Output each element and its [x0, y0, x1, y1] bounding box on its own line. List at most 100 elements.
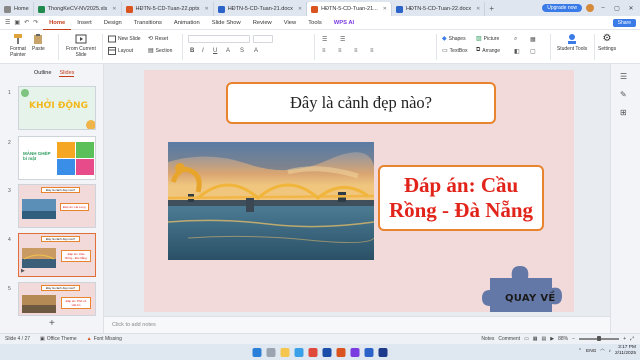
undo-icon[interactable]: ↶	[24, 19, 29, 26]
slideshow-icon[interactable]: ▶	[550, 336, 554, 342]
viber-icon[interactable]	[350, 347, 360, 357]
menu-icon[interactable]: ☰	[5, 19, 10, 26]
paste-button[interactable]: Paste	[32, 33, 45, 52]
shapes-button[interactable]: ◆ Shapes	[442, 35, 466, 43]
edge-icon[interactable]	[294, 347, 304, 357]
normal-view-icon[interactable]: ▭	[524, 336, 529, 342]
zalo-icon[interactable]	[364, 347, 374, 357]
zoom-level[interactable]: 88%	[558, 336, 568, 342]
reset-button[interactable]: ⟲ Reset	[148, 35, 168, 43]
close-tab-icon[interactable]: ✕	[298, 6, 302, 12]
document-tab[interactable]: HĐTN-5-CD-Tuan-21... ✕	[307, 2, 392, 16]
menu-transitions[interactable]: Transitions	[128, 16, 168, 30]
new-tab-icon[interactable]: +	[489, 4, 494, 13]
minimize-icon[interactable]: –	[598, 5, 608, 11]
wps-icon[interactable]	[336, 347, 346, 357]
settings-button[interactable]: ⚙ Settings	[598, 33, 616, 52]
chrome-icon[interactable]	[308, 347, 318, 357]
save-icon[interactable]: ▣	[14, 19, 20, 26]
close-tab-icon[interactable]: ✕	[204, 6, 208, 12]
section-button[interactable]: ▤ Section	[148, 47, 172, 55]
align-right-icon[interactable]: ≡	[354, 48, 358, 54]
zoom-out-icon[interactable]: −	[572, 336, 575, 342]
theme-indicator[interactable]: ▣ Office Theme	[35, 336, 82, 342]
fit-window-icon[interactable]: ⤢	[630, 336, 634, 342]
font-name-select[interactable]	[188, 35, 250, 43]
side-tool-icon[interactable]: ☰	[620, 72, 627, 81]
layout-button[interactable]: Layout	[108, 47, 133, 55]
underline-icon[interactable]: U	[213, 48, 217, 54]
close-tab-icon[interactable]: ✕	[112, 6, 116, 12]
add-slide-icon[interactable]: +	[49, 318, 55, 329]
italic-icon[interactable]: I	[202, 48, 204, 54]
side-tool-icon[interactable]: ✎	[620, 90, 627, 99]
slide-thumbnail-3[interactable]: Đây là cảnh đẹp nào? Đáp án: Hạ Long	[18, 184, 96, 228]
new-slide-button[interactable]: New Slide	[108, 35, 141, 43]
outline-icon[interactable]: ▢	[530, 48, 536, 55]
reading-view-icon[interactable]: ▤	[542, 336, 547, 342]
slide-canvas[interactable]: Đây là cảnh đẹp nào? Đáp án: Cầu Rồng - …	[144, 70, 574, 312]
student-tools-button[interactable]: Student Tools	[556, 33, 588, 52]
notes-pane[interactable]: Click to add notes	[104, 316, 610, 333]
justify-icon[interactable]: ≡	[370, 48, 374, 54]
play-icon[interactable]: ▶	[21, 268, 25, 274]
chevron-up-icon[interactable]: ⌃	[578, 349, 582, 354]
wps-ai-menu[interactable]: WPS AI	[328, 16, 360, 30]
start-icon[interactable]	[252, 347, 262, 357]
bullets-icon[interactable]: ☰	[322, 36, 327, 43]
textbox-button[interactable]: ▭ TextBox	[442, 47, 467, 55]
numbering-icon[interactable]: ☰	[340, 36, 345, 43]
tab-outline[interactable]: Outline	[34, 70, 51, 77]
document-tab[interactable]: ThongKeCV-NV2025.xls ✕	[34, 2, 122, 16]
document-tab[interactable]: HĐTN-5-CD-Tuan-21.docx ✕	[214, 2, 308, 16]
menu-view[interactable]: View	[278, 16, 302, 30]
highlight-icon[interactable]: A	[254, 48, 258, 54]
close-tab-icon[interactable]: ✕	[476, 6, 480, 12]
tab-slides[interactable]: Slides	[59, 70, 75, 77]
font-color-icon[interactable]: A	[226, 48, 230, 54]
maximize-icon[interactable]: ▢	[612, 5, 622, 12]
zoom-in-icon[interactable]: +	[623, 336, 626, 342]
word-icon[interactable]	[322, 347, 332, 357]
redo-icon[interactable]: ↷	[33, 19, 38, 26]
volume-icon[interactable]: ♪	[609, 349, 611, 354]
dragon-bridge-photo[interactable]	[168, 142, 374, 260]
avatar[interactable]	[586, 4, 594, 12]
document-tab[interactable]: Home	[0, 2, 34, 16]
document-tab[interactable]: HĐTN-5-CD-Tuan-22.docx ✕	[392, 2, 486, 16]
text-effects-icon[interactable]: S	[240, 48, 244, 54]
search-icon[interactable]	[266, 347, 276, 357]
align-left-icon[interactable]: ≡	[322, 48, 326, 54]
question-textbox[interactable]: Đây là cảnh đẹp nào?	[226, 82, 496, 124]
comment-toggle[interactable]: Comment	[498, 336, 520, 342]
bold-icon[interactable]: B	[190, 48, 194, 54]
wifi-icon[interactable]: ◠	[600, 349, 604, 354]
file-explorer-icon[interactable]	[280, 347, 290, 357]
menu-tools[interactable]: Tools	[302, 16, 328, 30]
slide-thumbnail-5[interactable]: Đây là cảnh đẹp nào? Đáp án: Phố cổ Hội …	[18, 282, 96, 316]
slide-thumbnail-4[interactable]: Đây là cảnh đẹp nào? Đáp án: Cầu Rồng - …	[18, 233, 96, 277]
menu-review[interactable]: Review	[247, 16, 278, 30]
font-missing-indicator[interactable]: ▲ Font Missing	[82, 336, 127, 342]
menu-slide-show[interactable]: Slide Show	[206, 16, 247, 30]
upgrade-button[interactable]: Upgrade now	[542, 4, 582, 12]
slide-thumbnail-1[interactable]: KHỞI ĐỘNG	[18, 86, 96, 130]
slide-thumbnail-2[interactable]: MẢNH GHÉP bí mật	[18, 136, 96, 180]
menu-animation[interactable]: Animation	[168, 16, 206, 30]
share-button[interactable]: Share	[612, 18, 636, 27]
language-indicator[interactable]: ENG	[586, 349, 596, 354]
menu-design[interactable]: Design	[98, 16, 128, 30]
sorter-view-icon[interactable]: ▦	[533, 336, 538, 342]
format-painter-button[interactable]: Format Painter	[8, 33, 28, 58]
picture-button[interactable]: ▨ Picture	[476, 35, 499, 43]
from-current-slide-button[interactable]: From Current Slide	[64, 33, 98, 58]
find-icon[interactable]: ⌕	[514, 36, 517, 43]
zoom-slider[interactable]	[579, 336, 620, 341]
document-tab[interactable]: HĐTN-5-CD-Tuan-22.pptx ✕	[122, 2, 214, 16]
side-tool-icon[interactable]: ⊞	[620, 108, 627, 117]
notes-toggle[interactable]: Notes	[481, 336, 494, 342]
close-icon[interactable]: ✕	[626, 5, 636, 12]
menu-insert[interactable]: Insert	[71, 16, 98, 30]
answer-textbox[interactable]: Đáp án: Cầu Rồng - Đà Nẵng	[378, 165, 544, 231]
fill-icon[interactable]: ◧	[514, 48, 520, 55]
